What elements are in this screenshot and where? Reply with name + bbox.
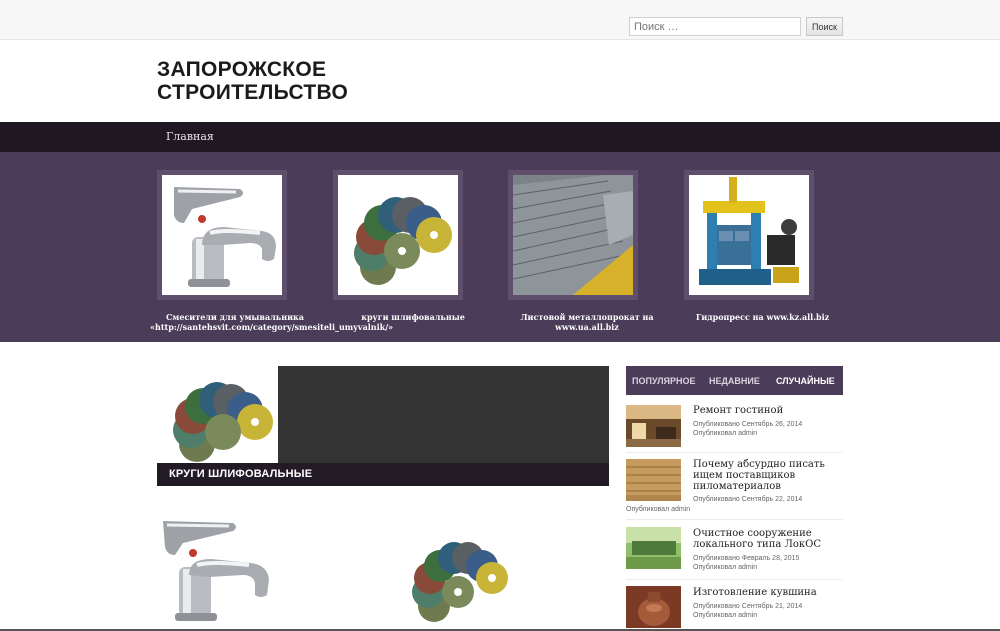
nav-item-home[interactable]: Главная xyxy=(166,130,214,143)
main-nav: Главная xyxy=(0,122,1000,152)
featured-item-4[interactable] xyxy=(684,170,814,300)
search-button[interactable]: Поиск xyxy=(806,17,843,36)
tab-random[interactable]: СЛУЧАЙНЫЕ xyxy=(776,376,835,386)
post-author: Опубликовал admin xyxy=(693,612,758,619)
post-thumbnail[interactable] xyxy=(626,405,681,447)
site-title-line1: ЗАПОРОЖСКОЕ xyxy=(157,58,327,81)
site-title-line2: СТРОИТЕЛЬСТВО xyxy=(157,81,349,104)
post-thumbnail[interactable] xyxy=(626,527,681,569)
post-date: Опубликовано Сентябрь 21, 2014 xyxy=(693,603,803,610)
post-thumbnail[interactable] xyxy=(626,459,681,501)
site-title[interactable]: ЗАПОРОЖСКОЕ СТРОИТЕЛЬСТВО xyxy=(157,58,417,104)
faucet-image xyxy=(162,175,282,295)
post-date: Опубликовано Сентябрь 22, 2014 xyxy=(693,496,803,503)
post-thumbnail[interactable] xyxy=(626,586,681,628)
featured-item-1[interactable] xyxy=(157,170,287,300)
post-title[interactable]: Очистное сооружение локального типа ЛокО… xyxy=(693,528,843,550)
grinding-discs-image xyxy=(338,175,458,295)
featured-item-3[interactable] xyxy=(508,170,638,300)
tab-recent[interactable]: НЕДАВНИЕ xyxy=(709,376,760,386)
featured-caption-4[interactable]: Гидропресс на www.kz.all.biz xyxy=(690,312,835,322)
post-title[interactable]: Ремонт гостиной xyxy=(693,405,843,416)
sidebar-post[interactable]: Почему абсурдно писать ищем поставщиков … xyxy=(626,456,843,520)
post-faucet-image[interactable] xyxy=(157,515,277,625)
post-author: Опубликовал admin xyxy=(693,430,758,437)
post-author: Опубликовал admin xyxy=(626,506,691,513)
sheet-metal-image xyxy=(513,175,633,295)
post-author: Опубликовал admin xyxy=(693,564,758,571)
featured-caption-1[interactable]: Смесители для умывальника «http://santeh… xyxy=(150,312,393,332)
featured-caption-2[interactable]: круги шлифовальные xyxy=(333,312,493,322)
sidebar-post[interactable]: Очистное сооружение локального типа ЛокО… xyxy=(626,524,843,580)
post-date: Опубликовано Февраль 28, 2015 xyxy=(693,555,800,562)
post-date: Опубликовано Сентябрь 26, 2014 xyxy=(693,421,803,428)
feature-title[interactable]: КРУГИ ШЛИФОВАЛЬНЫЕ xyxy=(169,468,312,480)
top-bar xyxy=(0,0,1000,40)
hydraulic-press-image xyxy=(689,175,809,295)
sidebar-post[interactable]: Ремонт гостиной Опубликовано Сентябрь 26… xyxy=(626,403,843,453)
post-title[interactable]: Изготовление кувшина xyxy=(693,587,843,598)
sidebar-post[interactable]: Изготовление кувшина Опубликовано Сентяб… xyxy=(626,584,843,629)
post-discs-image[interactable] xyxy=(400,530,512,625)
post-title[interactable]: Почему абсурдно писать ищем поставщиков … xyxy=(693,459,843,492)
featured-item-2[interactable] xyxy=(333,170,463,300)
sidebar-tabs: ПОПУЛЯРНОЕ НЕДАВНИЕ СЛУЧАЙНЫЕ xyxy=(626,366,843,395)
tab-popular[interactable]: ПОПУЛЯРНОЕ xyxy=(632,376,695,386)
search-input[interactable] xyxy=(629,17,801,36)
featured-caption-3[interactable]: Листовой металлопрокат на www.ua.all.biz xyxy=(507,312,667,332)
